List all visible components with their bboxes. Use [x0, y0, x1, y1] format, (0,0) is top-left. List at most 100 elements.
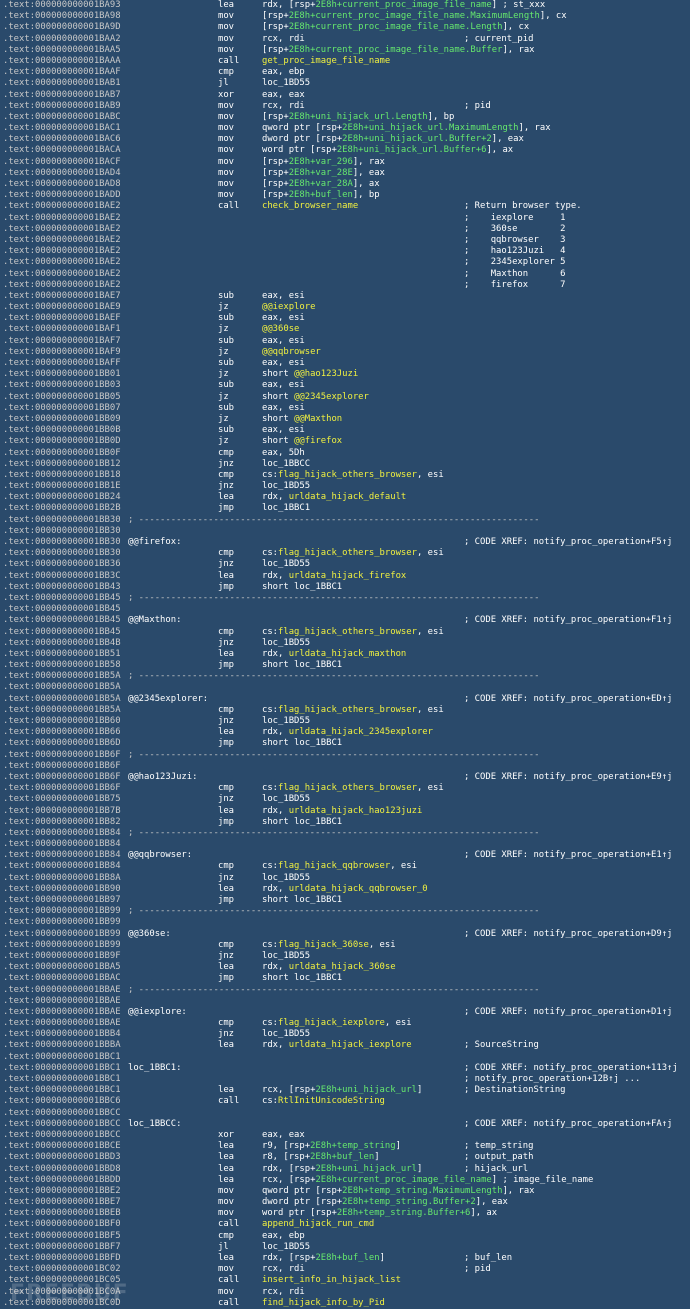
code-line[interactable]: .text:000000000001BB9Fjnzloc_1BD55	[0, 951, 690, 962]
symbol-name[interactable]: flag_hijack_qqbrowser	[278, 861, 390, 871]
code-line[interactable]: .text:000000000001BB43jmpshort loc_1BBC1	[0, 582, 690, 593]
code-line[interactable]: .text:000000000001BAE2; iexplore 1	[0, 213, 690, 224]
code-line[interactable]: .text:000000000001BAE2; qqbrowser 3	[0, 235, 690, 246]
operands[interactable]: short loc_1BBC1	[262, 817, 342, 828]
operands[interactable]: dword ptr [rsp+2E8h+temp_string.Buffer+2…	[262, 1197, 508, 1208]
operands[interactable]: cs:flag_hijack_others_browser, esi	[262, 548, 444, 559]
operands[interactable]: cs:flag_hijack_others_browser, esi	[262, 627, 444, 638]
operands[interactable]: rdx, [rsp+2E8h+buf_len]	[262, 1253, 385, 1264]
code-line[interactable]: .text:000000000001BBE2movqword ptr [rsp+…	[0, 1186, 690, 1197]
code-line[interactable]: .text:000000000001BB82jmpshort loc_1BBC1	[0, 817, 690, 828]
code-line[interactable]: .text:000000000001BBF0callappend_hijack_…	[0, 1219, 690, 1230]
code-line[interactable]: .text:000000000001BAB1jlloc_1BD55	[0, 78, 690, 89]
code-line[interactable]: .text:000000000001BBC1; notify_proc_oper…	[0, 1074, 690, 1085]
code-line[interactable]: .text:000000000001BC02movrcx, rdi; pid	[0, 1264, 690, 1275]
code-line[interactable]: .text:000000000001BAE2; Maxthon 6	[0, 269, 690, 280]
code-line[interactable]: .text:000000000001BB7Bleardx, urldata_hi…	[0, 806, 690, 817]
code-line[interactable]: .text:000000000001BBA5leardx, urldata_hi…	[0, 962, 690, 973]
operands[interactable]: [rsp+2E8h+current_proc_image_file_name.M…	[262, 11, 567, 22]
symbol-name[interactable]: @@2345explorer	[294, 392, 369, 402]
symbol-name[interactable]: @@firefox	[294, 436, 342, 446]
code-line[interactable]: .text:000000000001BACFmov[rsp+2E8h+var_2…	[0, 157, 690, 168]
operands[interactable]: [rsp+2E8h+uni_hijack_url.Length], bp	[262, 112, 454, 123]
code-line[interactable]: .text:000000000001BBCC	[0, 1108, 690, 1119]
operands[interactable]: rcx, rdi	[262, 101, 305, 112]
operands[interactable]: loc_1BD55	[262, 1242, 310, 1253]
code-line[interactable]: .text:000000000001BB5A	[0, 682, 690, 693]
code-line[interactable]: .text:000000000001BBACjmpshort loc_1BBC1	[0, 973, 690, 984]
operands[interactable]: cs:RtlInitUnicodeString	[262, 1096, 385, 1107]
symbol-name[interactable]: urldata_hijack_default	[289, 492, 407, 502]
code-line[interactable]: .text:000000000001BAAFcmpeax, ebp	[0, 67, 690, 78]
code-line[interactable]: .text:000000000001BA9Dmov[rsp+2E8h+curre…	[0, 22, 690, 33]
code-line[interactable]: .text:000000000001BBAE; ----------------…	[0, 985, 690, 996]
operands[interactable]: r8, [rsp+2E8h+buf_len]	[262, 1152, 380, 1163]
operands[interactable]: eax, esi	[262, 425, 305, 436]
code-label[interactable]: @@Maxthon:	[128, 615, 181, 626]
code-line[interactable]: .text:000000000001BB99; ----------------…	[0, 906, 690, 917]
symbol-name[interactable]: flag_hijack_others_browser	[278, 783, 417, 793]
code-line[interactable]: .text:000000000001BB6Djmpshort loc_1BBC1	[0, 738, 690, 749]
code-label[interactable]: loc_1BBC1:	[128, 1063, 181, 1074]
operands[interactable]: loc_1BD55	[262, 1029, 310, 1040]
stack-variable[interactable]: 2E8h+current_proc_image_file_name.Maximu…	[289, 11, 540, 21]
code-line[interactable]: .text:000000000001BB30	[0, 526, 690, 537]
code-line[interactable]: .text:000000000001BB84cmpcs:flag_hijack_…	[0, 861, 690, 872]
stack-variable[interactable]: 2E8h+buf_len	[289, 190, 353, 200]
stack-variable[interactable]: 2E8h+var_28E	[289, 168, 353, 178]
code-line[interactable]: .text:000000000001BAC6movdword ptr [rsp+…	[0, 134, 690, 145]
code-line[interactable]: .text:000000000001BB05jzshort @@2345expl…	[0, 392, 690, 403]
code-line[interactable]: .text:000000000001BB45@@Maxthon:; CODE X…	[0, 615, 690, 626]
operands[interactable]: cs:flag_hijack_others_browser, esi	[262, 783, 444, 794]
operands[interactable]: rcx, [rsp+2E8h+uni_hijack_url]	[262, 1085, 422, 1096]
code-line[interactable]: .text:000000000001BAE2; 360se 2	[0, 224, 690, 235]
symbol-name[interactable]: @@360se	[262, 324, 299, 334]
symbol-name[interactable]: find_hijack_info_by_Pid	[262, 1298, 385, 1308]
code-line[interactable]: .text:000000000001BB84@@qqbrowser:; CODE…	[0, 850, 690, 861]
code-line[interactable]: .text:000000000001BB8Ajnzloc_1BD55	[0, 873, 690, 884]
symbol-name[interactable]: urldata_hijack_qqbrowser_0	[289, 884, 428, 894]
code-line[interactable]: .text:000000000001BA93leardx, [rsp+2E8h+…	[0, 0, 690, 11]
operands[interactable]: cs:flag_hijack_360se, esi	[262, 940, 396, 951]
code-line[interactable]: .text:000000000001BBD3lear8, [rsp+2E8h+b…	[0, 1152, 690, 1163]
code-line[interactable]: .text:000000000001BBF7jlloc_1BD55	[0, 1242, 690, 1253]
operands[interactable]: qword ptr [rsp+2E8h+temp_string.MaximumL…	[262, 1186, 535, 1197]
code-line[interactable]: .text:000000000001BB1Ejnzloc_1BD55	[0, 481, 690, 492]
symbol-name[interactable]: urldata_hijack_2345explorer	[289, 727, 433, 737]
operands[interactable]: loc_1BD55	[262, 873, 310, 884]
operands[interactable]: short @@Maxthon	[262, 414, 342, 425]
operands[interactable]: rdx, urldata_hijack_qqbrowser_0	[262, 884, 428, 895]
operands[interactable]: loc_1BBCC	[262, 459, 310, 470]
operands[interactable]: loc_1BD55	[262, 716, 310, 727]
code-line[interactable]: .text:000000000001BBF5cmpeax, ebp	[0, 1231, 690, 1242]
operands[interactable]: rdx, urldata_hijack_default	[262, 492, 406, 503]
code-line[interactable]: .text:000000000001BB90leardx, urldata_hi…	[0, 884, 690, 895]
code-line[interactable]: .text:000000000001BB51leardx, urldata_hi…	[0, 649, 690, 660]
code-line[interactable]: .text:000000000001BB30; ----------------…	[0, 515, 690, 526]
code-label[interactable]: @@qqbrowser:	[128, 850, 192, 861]
code-label[interactable]: @@iexplore:	[128, 1007, 187, 1018]
code-line[interactable]: .text:000000000001BACAmovword ptr [rsp+2…	[0, 145, 690, 156]
operands[interactable]: loc_1BD55	[262, 794, 310, 805]
stack-variable[interactable]: 2E8h+var_296	[289, 157, 353, 167]
code-line[interactable]: .text:000000000001BAD8mov[rsp+2E8h+var_2…	[0, 179, 690, 190]
symbol-name[interactable]: urldata_hijack_360se	[289, 962, 396, 972]
code-line[interactable]: .text:000000000001BAD4mov[rsp+2E8h+var_2…	[0, 168, 690, 179]
operands[interactable]: short @@hao123Juzi	[262, 369, 358, 380]
symbol-name[interactable]: flag_hijack_iexplore	[278, 1018, 385, 1028]
operands[interactable]: rcx, rdi	[262, 1287, 305, 1298]
operands[interactable]: insert_info_in_hijack_list	[262, 1275, 401, 1286]
code-line[interactable]: .text:000000000001BAB9movrcx, rdi; pid	[0, 101, 690, 112]
code-line[interactable]: .text:000000000001BB45	[0, 604, 690, 615]
stack-variable[interactable]: 2E8h+uni_hijack_url.Buffer+2	[342, 134, 492, 144]
operands[interactable]: rdx, urldata_hijack_hao123juzi	[262, 806, 422, 817]
code-line[interactable]: .text:000000000001BB84; ----------------…	[0, 828, 690, 839]
code-line[interactable]: .text:000000000001BBAE	[0, 996, 690, 1007]
symbol-name[interactable]: @@iexplore	[262, 302, 315, 312]
symbol-name[interactable]: flag_hijack_others_browser	[278, 627, 417, 637]
code-line[interactable]: .text:000000000001BBC1learcx, [rsp+2E8h+…	[0, 1085, 690, 1096]
operands[interactable]: qword ptr [rsp+2E8h+uni_hijack_url.Maxim…	[262, 123, 551, 134]
stack-variable[interactable]: 2E8h+current_proc_image_file_name	[315, 1175, 491, 1185]
code-line[interactable]: .text:000000000001BB99	[0, 917, 690, 928]
code-line[interactable]: .text:000000000001BBC6callcs:RtlInitUnic…	[0, 1096, 690, 1107]
